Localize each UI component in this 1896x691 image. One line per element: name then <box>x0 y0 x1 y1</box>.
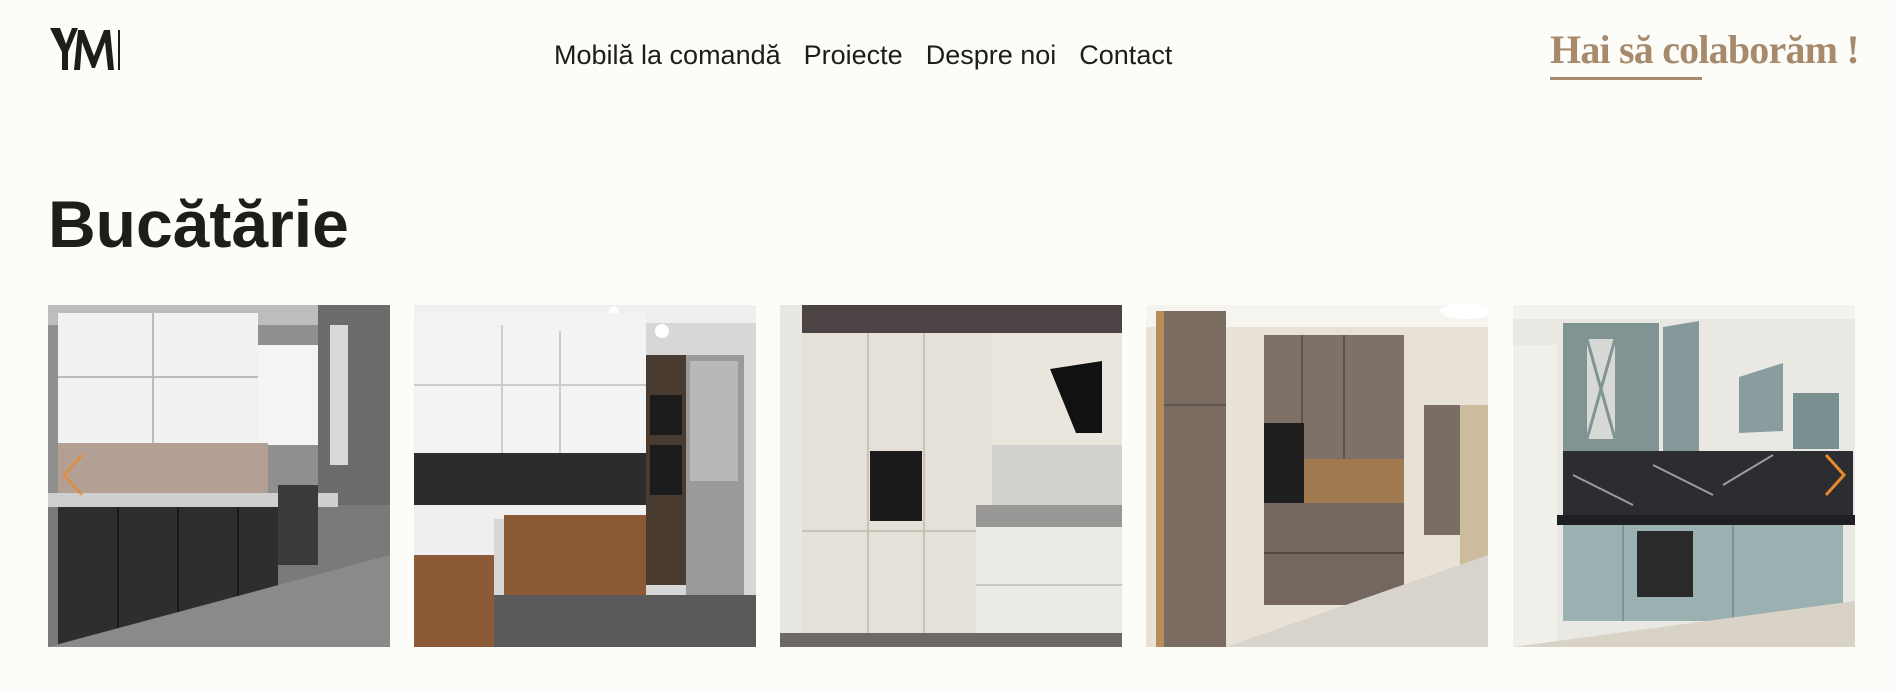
nav-link-custom-furniture[interactable]: Mobilă la comandă <box>554 38 781 72</box>
main-nav: Mobilă la comandă Proiecte Despre noi Co… <box>554 38 1172 72</box>
kitchen-gallery-carousel <box>48 305 1855 647</box>
nav-link-about[interactable]: Despre noi <box>926 38 1057 72</box>
kitchen-photo-image <box>1513 305 1855 647</box>
site-logo[interactable] <box>48 22 130 78</box>
site-header: Mobilă la comandă Proiecte Despre noi Co… <box>0 0 1896 110</box>
kitchen-photo-image <box>48 305 390 647</box>
kitchen-photo-image <box>780 305 1122 647</box>
ym-logo-mark <box>50 28 120 70</box>
cta-underline <box>1550 77 1702 80</box>
kitchen-photo-taupe[interactable] <box>1146 305 1488 647</box>
page-title: Bucătărie <box>48 187 349 261</box>
kitchen-photo-sage-green[interactable] <box>1513 305 1855 647</box>
kitchen-photo-white-wood[interactable] <box>414 305 756 647</box>
nav-link-contact[interactable]: Contact <box>1079 38 1172 72</box>
nav-link-projects[interactable]: Proiecte <box>804 38 903 72</box>
kitchen-photo-image <box>1146 305 1488 647</box>
chevron-left-icon[interactable] <box>60 452 86 498</box>
collaborate-cta-link[interactable]: Hai să colaborăm ! <box>1550 26 1860 74</box>
kitchen-photo-beige-gloss[interactable] <box>780 305 1122 647</box>
kitchen-photo-image <box>414 305 756 647</box>
kitchen-photo-white-dark-grey[interactable] <box>48 305 390 647</box>
chevron-right-icon[interactable] <box>1822 452 1848 498</box>
